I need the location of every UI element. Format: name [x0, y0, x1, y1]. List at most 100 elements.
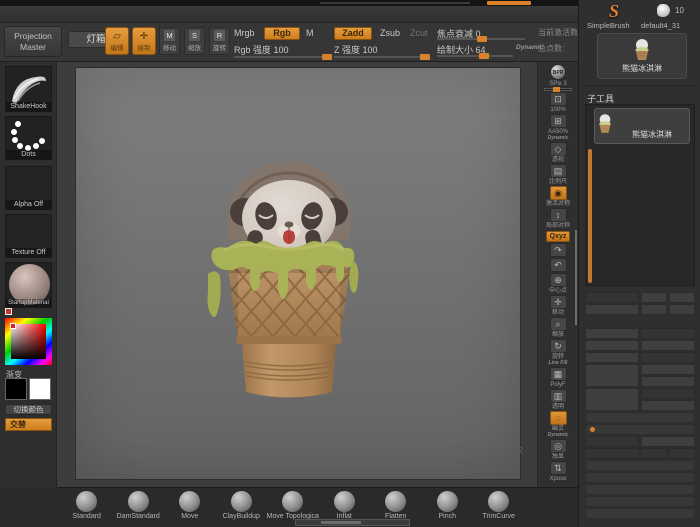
- aa-half-button[interactable]: ⊞ AA50%: [538, 114, 578, 135]
- weld-button[interactable]: [641, 448, 667, 459]
- rotate-view-button[interactable]: ↻ 旋转: [538, 339, 578, 360]
- zoom-view-button[interactable]: ⌕ 缩放: [538, 317, 578, 338]
- auto-collapse-button[interactable]: [585, 304, 639, 315]
- rgb-button[interactable]: Rgb: [264, 27, 300, 40]
- z-intensity-handle[interactable]: [420, 54, 430, 60]
- delete-other-button[interactable]: [641, 388, 695, 399]
- scale-ruler-button[interactable]: ▤ 比例尺: [538, 164, 578, 185]
- document-area[interactable]: R: [75, 67, 521, 480]
- subtool-row-selected[interactable]: 熊猫冰淇淋: [594, 108, 690, 144]
- brush-preset[interactable]: Move: [164, 491, 216, 527]
- merge-down-button[interactable]: [585, 436, 639, 447]
- boolean-section[interactable]: [585, 460, 695, 471]
- rename-button[interactable]: [585, 328, 639, 339]
- z-intensity-slider-label[interactable]: Z 强度 100: [334, 43, 378, 56]
- rgb-intensity-slider-label[interactable]: Rgb 强度 100: [234, 43, 289, 56]
- projection-master-button[interactable]: Projection Master: [4, 26, 62, 57]
- move-mode-button[interactable]: M 移动: [159, 27, 180, 55]
- auto-reorder-button[interactable]: [641, 328, 695, 339]
- current-alpha-thumb[interactable]: Alpha Off: [5, 166, 52, 210]
- focal-shift-handle[interactable]: [477, 36, 487, 42]
- bpr-render-button[interactable]: BPR: [538, 64, 578, 80]
- extract-section[interactable]: [585, 496, 695, 507]
- ghost-button[interactable]: ◌ 幽灵: [538, 411, 578, 432]
- draw-mode-button[interactable]: ✛ 绘制: [132, 27, 156, 55]
- current-texture-thumb[interactable]: Texture Off: [5, 214, 52, 258]
- m-button[interactable]: M: [306, 28, 314, 38]
- current-material-thumb[interactable]: StartupMaterial: [5, 262, 52, 308]
- draw-size-handle[interactable]: [479, 53, 489, 59]
- current-brush-name[interactable]: SimpleBrush: [587, 21, 630, 30]
- frame-center-button[interactable]: ⊕ 中心点: [538, 273, 578, 294]
- brush-preset[interactable]: Pinch: [422, 491, 474, 527]
- rotate-mode-button[interactable]: R 旋转: [209, 27, 230, 55]
- shelf-slider-track[interactable]: [544, 88, 572, 91]
- current-tool-button[interactable]: 熊猫冰淇淋: [597, 33, 687, 79]
- merge-similar-button[interactable]: [641, 436, 695, 447]
- delete-button[interactable]: [585, 388, 639, 411]
- alternate-button[interactable]: 交替: [5, 418, 52, 431]
- append-button[interactable]: [641, 364, 695, 375]
- color-picker[interactable]: [5, 318, 52, 365]
- saturation-square[interactable]: [11, 324, 46, 359]
- merge-section[interactable]: [585, 424, 695, 435]
- solo-button[interactable]: Dynamic ◎ 独显: [538, 433, 578, 460]
- transparency-button[interactable]: ▥ 透明: [538, 389, 578, 410]
- history-back-icon[interactable]: ↶: [538, 258, 578, 272]
- merge-visible-button[interactable]: [585, 448, 639, 459]
- shelf-scrollbar[interactable]: [575, 230, 577, 325]
- z-intensity-slider[interactable]: [334, 56, 430, 58]
- subtool-down-button[interactable]: [669, 292, 695, 303]
- polyframe-button[interactable]: Line Fill ▦ PolyF: [538, 361, 578, 388]
- main-color-swatch[interactable]: [5, 378, 27, 400]
- actual-size-button[interactable]: ⊡ 100%: [538, 92, 578, 113]
- subtool-up-button[interactable]: [641, 292, 667, 303]
- draw-size-slider[interactable]: [437, 55, 513, 57]
- copy-subtool-button[interactable]: [585, 352, 639, 363]
- zadd-button[interactable]: Zadd: [334, 27, 372, 40]
- brush-preset[interactable]: TrimCurve: [473, 491, 525, 527]
- uv-button[interactable]: [669, 448, 695, 459]
- pan-view-button[interactable]: ✛ 移动: [538, 295, 578, 316]
- sculpt-canvas[interactable]: R: [57, 62, 537, 487]
- project-section[interactable]: [585, 484, 695, 495]
- brush-preset[interactable]: Standard: [61, 491, 113, 527]
- delete-all-button[interactable]: [641, 400, 695, 411]
- tool-blob-icon[interactable]: [657, 4, 670, 17]
- list-all-button[interactable]: [585, 292, 639, 303]
- rgb-intensity-slider[interactable]: [234, 56, 332, 58]
- lowest-subdiv-button[interactable]: [585, 340, 639, 351]
- rgb-intensity-handle[interactable]: [322, 54, 332, 60]
- insert-button[interactable]: [641, 376, 695, 387]
- xpose-button[interactable]: ⇅ Xpose: [538, 461, 578, 482]
- current-brush-thumb[interactable]: SnakeHook: [5, 66, 52, 112]
- geometry-section[interactable]: [585, 508, 695, 519]
- duplicate-button[interactable]: [585, 364, 639, 387]
- scale-mode-button[interactable]: S 缩放: [184, 27, 205, 55]
- focal-shift-slider[interactable]: [437, 38, 525, 40]
- qxyz-button[interactable]: Qxyz: [538, 230, 578, 242]
- activate-symmetry-button[interactable]: ◉ 激活对称: [538, 186, 578, 207]
- zsub-button[interactable]: Zsub: [380, 28, 400, 38]
- switch-color-button[interactable]: 切换颜色: [5, 404, 52, 415]
- zcut-button[interactable]: Zcut: [410, 28, 428, 38]
- secondary-color-swatch[interactable]: [29, 378, 51, 400]
- spix-slider[interactable]: SPix 3: [538, 81, 578, 91]
- brush-preset[interactable]: ClayBuildup: [216, 491, 268, 527]
- bottom-partial-slider[interactable]: [295, 519, 410, 526]
- model-panda-ice-cream[interactable]: [204, 158, 364, 403]
- mrgb-button[interactable]: Mrgb: [234, 28, 255, 38]
- shift-up-button[interactable]: [641, 304, 667, 315]
- split-section[interactable]: [585, 412, 695, 423]
- current-stroke-thumb[interactable]: Dots: [5, 116, 52, 160]
- brush-preset[interactable]: DamStandard: [113, 491, 165, 527]
- paste-subtool-button[interactable]: [641, 352, 695, 363]
- edit-mode-button[interactable]: ▱ 编辑: [105, 27, 129, 55]
- shift-down-button[interactable]: [669, 304, 695, 315]
- subtool-scrollbar[interactable]: [588, 149, 592, 283]
- history-forward-icon[interactable]: ↷: [538, 243, 578, 257]
- remesh-section[interactable]: [585, 472, 695, 483]
- perspective-button[interactable]: Dynamic ◇ 透视: [538, 136, 578, 163]
- local-symmetry-button[interactable]: ↕ 局部对称: [538, 208, 578, 229]
- highest-subdiv-button[interactable]: [641, 340, 695, 351]
